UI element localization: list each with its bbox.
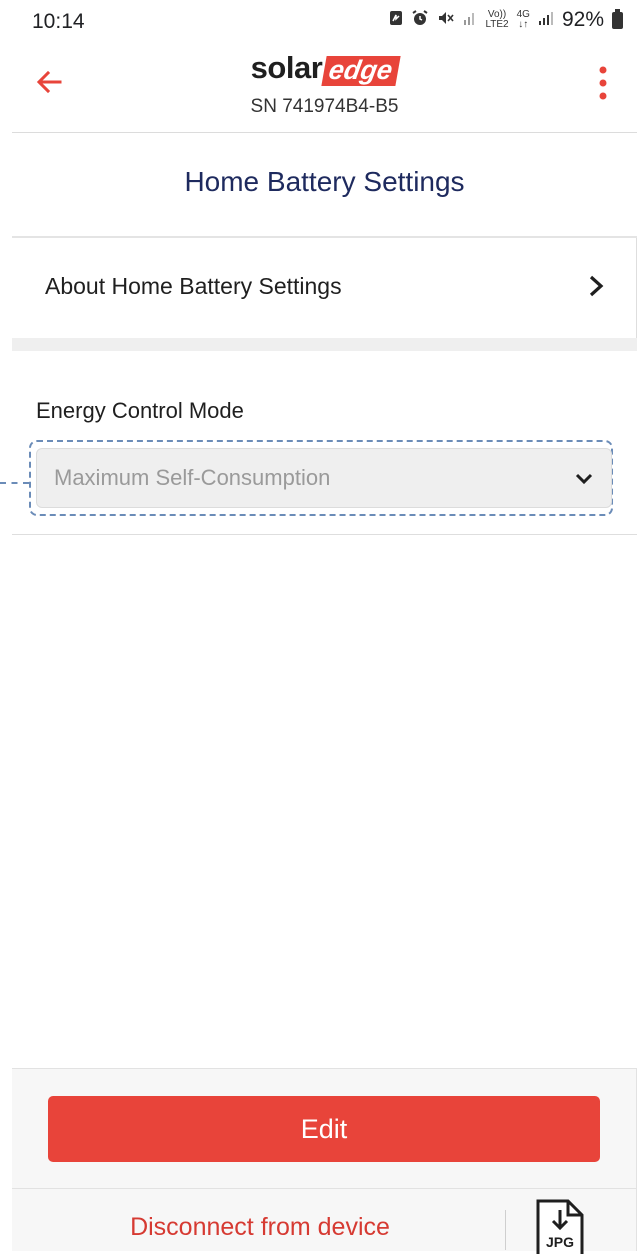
logo-edge-text: edge: [321, 55, 401, 86]
battery-percent: 92%: [561, 8, 604, 31]
divider: [12, 1188, 637, 1189]
energy-control-mode-select[interactable]: Maximum Self-Consumption: [36, 448, 612, 508]
jpg-label: JPG: [546, 1234, 574, 1250]
page-title: Home Battery Settings: [184, 166, 465, 197]
status-icons: Vo)) LTE2 4G ↓↑ 92%: [389, 8, 623, 32]
section-separator: [12, 338, 637, 351]
more-vertical-icon: [599, 66, 607, 100]
status-bar: 10:14 Vo)) LTE2 4G ↓↑ 92%: [12, 0, 637, 44]
mute-icon: [437, 10, 455, 31]
export-jpg-button[interactable]: JPG: [530, 1198, 590, 1259]
status-time: 10:14: [32, 10, 85, 33]
overflow-menu-button[interactable]: [593, 64, 613, 108]
about-home-battery-settings-row[interactable]: About Home Battery Settings: [12, 238, 637, 338]
battery-icon: [612, 8, 623, 29]
sim-notification-icon: [389, 10, 403, 31]
volte-indicator: Vo)) LTE2: [485, 9, 509, 30]
app-screen: 10:14 Vo)) LTE2 4G ↓↑ 92% solar edge SN …: [0, 0, 637, 1259]
app-header: solar edge SN 741974B4-B5: [12, 44, 637, 133]
alarm-icon: [411, 9, 429, 31]
selected-value: Maximum Self-Consumption: [54, 465, 331, 490]
network-type-indicator: 4G ↓↑: [516, 9, 530, 30]
chevron-right-icon: [589, 275, 604, 297]
edit-button[interactable]: Edit: [48, 1096, 600, 1162]
divider: [12, 534, 637, 535]
vertical-divider: [505, 1210, 506, 1250]
disconnect-button[interactable]: Disconnect from device: [12, 1213, 508, 1242]
serial-number: SN 741974B4-B5: [250, 96, 399, 117]
chevron-down-icon: [575, 473, 593, 485]
solaredge-logo: solar edge: [12, 50, 637, 86]
about-row-label: About Home Battery Settings: [45, 273, 342, 299]
logo-solar-text: solar: [250, 50, 323, 85]
energy-control-mode-label: Energy Control Mode: [36, 398, 244, 423]
highlight-connector: [0, 482, 29, 484]
jpg-file-icon: JPG: [536, 1199, 584, 1259]
signal-strength-icon: [538, 11, 554, 30]
signal-weak-icon: [463, 11, 477, 30]
